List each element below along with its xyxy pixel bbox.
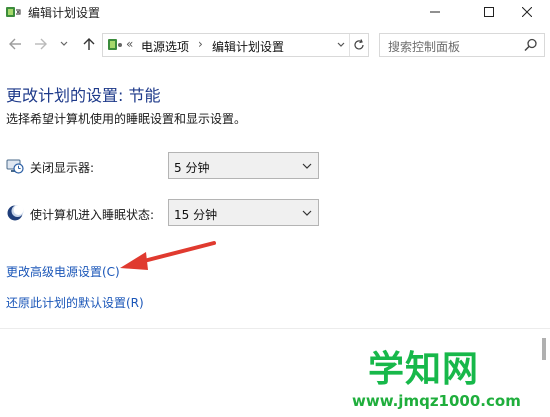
- close-button[interactable]: [504, 0, 550, 24]
- sleep-label: 使计算机进入睡眠状态:: [30, 208, 155, 222]
- chevron-down-icon: [60, 41, 68, 46]
- maximize-icon: [484, 7, 494, 17]
- back-arrow-icon: [9, 38, 21, 50]
- monitor-clock-icon: [6, 157, 24, 175]
- display-off-select[interactable]: 5 分钟: [168, 152, 319, 179]
- refresh-button[interactable]: [349, 34, 368, 56]
- breadcrumb-separator: ›: [198, 37, 203, 51]
- minimize-icon: [430, 11, 440, 13]
- chevron-down-icon: [302, 210, 312, 216]
- title-bar: 编辑计划设置: [0, 0, 550, 24]
- setting-row-sleep: 使计算机进入睡眠状态: 15 分钟: [6, 199, 326, 227]
- up-button[interactable]: [80, 35, 98, 53]
- search-input[interactable]: 搜索控制面板: [379, 33, 545, 57]
- search-icon: [524, 38, 538, 52]
- page-title: 更改计划的设置: 节能: [6, 86, 161, 105]
- advanced-power-settings-link[interactable]: 更改高级电源设置(C): [6, 263, 120, 280]
- forward-arrow-icon: [35, 38, 47, 50]
- sleep-value: 15 分钟: [174, 208, 218, 222]
- address-bar[interactable]: « 电源选项 › 编辑计划设置: [102, 33, 369, 57]
- forward-button[interactable]: [32, 35, 50, 53]
- back-button[interactable]: [6, 35, 24, 53]
- recent-locations-button[interactable]: [58, 35, 70, 53]
- up-arrow-icon: [83, 38, 95, 50]
- divider: [0, 328, 550, 329]
- chevron-down-icon: [302, 163, 312, 169]
- scrollbar-thumb[interactable]: [542, 338, 546, 360]
- address-dropdown-button[interactable]: [332, 34, 349, 56]
- navigation-bar: « 电源选项 › 编辑计划设置 搜索控制面板: [0, 30, 550, 58]
- display-off-label: 关闭显示器:: [30, 161, 95, 175]
- power-options-icon: [5, 4, 21, 20]
- watermark-url: www.jmqz1000.com: [352, 392, 521, 410]
- control-panel-icon: [107, 37, 123, 53]
- sleep-moon-icon: [6, 204, 24, 222]
- chevron-down-icon: [337, 42, 345, 47]
- sleep-select[interactable]: 15 分钟: [168, 199, 319, 226]
- search-placeholder: 搜索控制面板: [388, 40, 461, 54]
- restore-defaults-link[interactable]: 还原此计划的默认设置(R): [6, 294, 144, 311]
- minimize-button[interactable]: [412, 0, 458, 24]
- setting-row-display-off: 关闭显示器: 5 分钟: [6, 152, 326, 180]
- window-title: 编辑计划设置: [28, 6, 101, 20]
- breadcrumb-power-options[interactable]: 电源选项: [141, 38, 189, 55]
- display-off-value: 5 分钟: [174, 161, 210, 175]
- close-icon: [522, 7, 532, 17]
- refresh-icon: [354, 39, 364, 50]
- address-overflow[interactable]: «: [126, 37, 133, 51]
- page-description: 选择希望计算机使用的睡眠设置和显示设置。: [6, 112, 247, 126]
- edit-plan-settings-window: 编辑计划设置 « 电源选项 › 编辑计划设置 搜索控制面板 更改计划的设置: 节…: [0, 0, 550, 417]
- watermark-logo: 学知网: [368, 349, 480, 390]
- breadcrumb-edit-plan-settings[interactable]: 编辑计划设置: [212, 38, 284, 55]
